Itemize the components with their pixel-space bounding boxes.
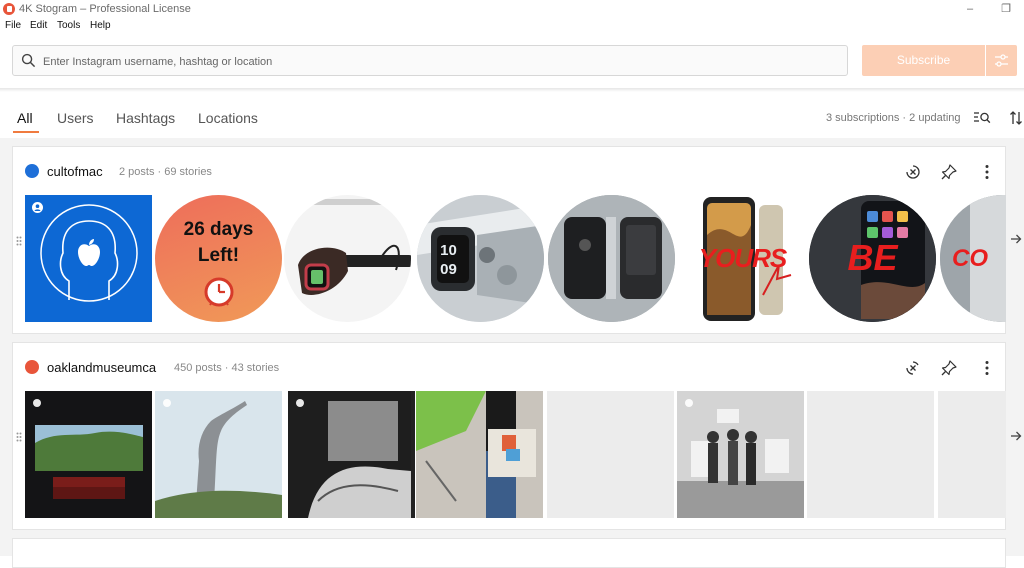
story-thumbnail[interactable]: YOURS: [679, 195, 806, 322]
unviewed-dot: [685, 399, 693, 407]
theater-window-photo: [25, 391, 152, 518]
post-thumbnail-placeholder[interactable]: [807, 391, 934, 518]
unviewed-dot: [163, 399, 171, 407]
sculpture-photo: [155, 391, 282, 518]
menu-edit[interactable]: Edit: [30, 20, 47, 31]
post-thumbnail[interactable]: [155, 391, 282, 518]
subscribe-button[interactable]: Subscribe: [862, 45, 985, 76]
drag-handle-icon[interactable]: [16, 236, 22, 246]
post-thumbnail-placeholder[interactable]: [938, 391, 1006, 518]
subscription-card[interactable]: cultofmac 2 posts · 69 stories 26 days L…: [12, 146, 1006, 334]
update-circle-icon[interactable]: [904, 359, 922, 377]
watch-minutes: 09: [440, 261, 457, 278]
post-thumbnail[interactable]: [416, 391, 543, 518]
tab-users[interactable]: Users: [57, 110, 94, 126]
avatar: [25, 164, 39, 178]
filter-button[interactable]: [986, 45, 1017, 76]
menu-help[interactable]: Help: [90, 20, 111, 31]
tote-bag-photo: [416, 391, 543, 518]
search-input[interactable]: [41, 51, 835, 73]
avatar: [25, 360, 39, 374]
sliders-icon: [995, 54, 1008, 67]
story-thumbnail[interactable]: 26 days Left!: [155, 195, 282, 322]
account-stats: 450 posts · 43 stories: [174, 362, 280, 374]
account-name[interactable]: cultofmac: [47, 164, 103, 179]
story-thumbnail[interactable]: [284, 195, 411, 322]
account-stats: 2 posts · 69 stories: [119, 166, 212, 178]
title-bar: 4K Stogram – Professional License – ❐: [0, 0, 1024, 18]
menu-file[interactable]: File: [5, 20, 21, 31]
user-badge-icon: [32, 202, 43, 213]
arrow-right-icon[interactable]: [1010, 233, 1022, 245]
unviewed-dot: [296, 399, 304, 407]
bw-interior-photo: [288, 391, 411, 518]
countdown-line2: Left!: [197, 245, 240, 266]
window-title: 4K Stogram – Professional License: [19, 3, 191, 15]
tab-locations[interactable]: Locations: [198, 110, 258, 126]
apple-facetime-graphic: [40, 204, 138, 302]
story-thumbnail[interactable]: [548, 195, 675, 322]
drag-handle-icon[interactable]: [16, 432, 22, 442]
post-thumbnail[interactable]: [677, 391, 804, 518]
search-box[interactable]: [12, 45, 848, 76]
alarm-clock-icon: [204, 277, 234, 307]
pin-icon[interactable]: [940, 163, 958, 181]
story-thumbnail[interactable]: [25, 195, 152, 322]
search-icon: [21, 53, 36, 68]
story-thumbnail[interactable]: CO: [940, 195, 1006, 322]
arrow-right-icon[interactable]: [1010, 430, 1022, 442]
story-thumbnail[interactable]: BE: [809, 195, 936, 322]
post-thumbnail-placeholder[interactable]: [547, 391, 674, 518]
menu-bar: File Edit Tools Help: [0, 18, 1024, 36]
pin-icon[interactable]: [940, 359, 958, 377]
post-thumbnail[interactable]: [288, 391, 415, 518]
active-tab-indicator: [13, 131, 39, 133]
list-search-icon[interactable]: [973, 111, 991, 125]
more-vertical-icon[interactable]: [978, 359, 996, 377]
sort-icon[interactable]: [1009, 110, 1023, 126]
watch-on-wrist-photo: [298, 199, 411, 295]
post-thumbnail[interactable]: [25, 391, 152, 518]
account-name[interactable]: oaklandmuseumca: [47, 360, 156, 375]
promo-text: YOURS: [698, 243, 787, 273]
subscription-count: 3 subscriptions · 2 updating: [826, 112, 961, 124]
restore-button[interactable]: ❐: [998, 1, 1014, 17]
app-logo-icon: [3, 3, 15, 15]
subscription-card[interactable]: [12, 538, 1006, 568]
promo-text: BE: [847, 237, 898, 278]
promo-text: CO: [952, 245, 988, 272]
countdown-line1: 26 days: [183, 219, 254, 240]
more-vertical-icon[interactable]: [978, 163, 996, 181]
tab-all[interactable]: All: [17, 110, 33, 126]
watch-hours: 10: [440, 242, 457, 259]
minimize-button[interactable]: –: [962, 1, 978, 17]
tab-hashtags[interactable]: Hashtags: [116, 110, 175, 126]
story-thumbnail[interactable]: 10 09: [417, 195, 544, 322]
update-circle-icon[interactable]: [904, 163, 922, 181]
iphone-cases-photo: [548, 195, 675, 322]
menu-tools[interactable]: Tools: [57, 20, 80, 31]
subscription-card[interactable]: oaklandmuseumca 450 posts · 43 stories: [12, 342, 1006, 530]
unviewed-dot: [33, 399, 41, 407]
toolbar-divider: [0, 88, 1024, 92]
protest-photo: [677, 391, 804, 518]
